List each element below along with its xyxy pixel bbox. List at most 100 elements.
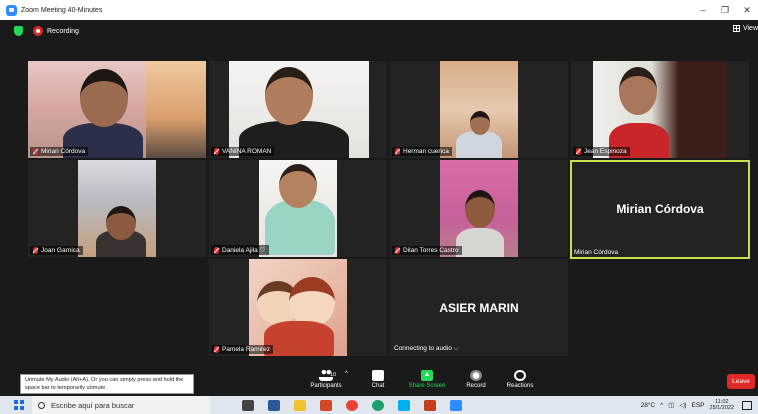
clock[interactable]: 11:02 25/1/2022 [710, 399, 734, 412]
person-head [619, 67, 657, 115]
window-title: Zoom Meeting 40-Minutes [21, 6, 103, 14]
participant-name-tag: VANINA ROMAN [211, 147, 275, 156]
tray-chevron-icon[interactable]: ^ [660, 402, 663, 409]
weather-temperature[interactable]: 28°C [641, 402, 656, 409]
person-head [470, 111, 490, 135]
skype-icon[interactable] [398, 399, 410, 411]
office-icon[interactable] [320, 399, 332, 411]
video-tile[interactable]: Mirian Córdova [28, 61, 206, 158]
taskbar-search[interactable]: Escribe aquí para buscar [32, 396, 210, 414]
search-icon [38, 401, 45, 409]
caret-up-icon[interactable]: ^ [345, 371, 348, 377]
notifications-icon[interactable] [742, 400, 752, 410]
person-head [279, 164, 317, 208]
reactions-button[interactable]: Reactions [498, 370, 542, 389]
muted-mic-icon [33, 148, 38, 155]
reactions-icon [514, 370, 526, 381]
active-speaker-tile[interactable]: Mirian Córdova Mirian Córdova [570, 160, 750, 259]
title-bar: Zoom Meeting 40-Minutes – ❐ ✕ [0, 0, 758, 20]
zoom-window: Zoom Meeting 40-Minutes – ❐ ✕ Recording … [0, 0, 758, 414]
participant-name-tag: Mirian Córdova [30, 147, 89, 156]
share-screen-label: Share Screen [408, 383, 446, 389]
network-icon[interactable]: ◫ [668, 401, 674, 409]
chat-button[interactable]: Chat [356, 370, 400, 389]
muted-mic-icon [395, 148, 400, 155]
windows-start-icon[interactable] [14, 400, 24, 410]
recording-icon [33, 26, 43, 36]
person-head [465, 190, 495, 228]
participant-name: Jean Espinoza [584, 148, 627, 155]
chrome-icon[interactable] [346, 399, 358, 411]
video-tile[interactable]: ASIER MARIN Connecting to audio ⌵ [390, 259, 568, 356]
person-body [456, 131, 502, 158]
participant-display-name: ASIER MARIN [439, 301, 519, 315]
security-shield-icon[interactable] [14, 26, 23, 36]
cartoon-body [264, 321, 334, 356]
task-view-icon[interactable] [242, 399, 254, 411]
muted-mic-icon [214, 148, 219, 155]
view-label: View [742, 25, 758, 32]
participant-name: Dilan Torres Castro [403, 247, 459, 254]
muted-mic-icon [395, 247, 400, 254]
word-icon[interactable] [268, 399, 280, 411]
close-button[interactable]: ✕ [736, 5, 758, 16]
video-tile[interactable]: Dilan Torres Castro [390, 160, 568, 257]
person-body [456, 228, 504, 257]
muted-mic-icon [214, 346, 219, 353]
edge-icon[interactable] [372, 399, 384, 411]
participant-name-tag: Pamela Ramirez [211, 345, 274, 354]
person-head [80, 69, 128, 127]
share-screen-icon [421, 370, 433, 381]
participant-name: Joan Garnica [41, 247, 80, 254]
participant-name: Mirian Córdova [574, 249, 619, 256]
powerpoint-icon[interactable] [424, 399, 436, 411]
zoom-logo-icon [6, 4, 17, 16]
search-placeholder: Escribe aquí para buscar [51, 400, 135, 410]
record-button[interactable]: Record [454, 370, 498, 389]
language-indicator[interactable]: ESP [692, 402, 705, 409]
participant-name: Herman cuenca [403, 148, 449, 155]
volume-icon[interactable]: ◁) [679, 401, 686, 409]
video-tile[interactable]: VANINA ROMAN [209, 61, 387, 158]
participant-name: Pamela Ramirez [222, 346, 271, 353]
zoom-taskbar-icon[interactable] [450, 399, 462, 411]
maximize-button[interactable]: ❐ [714, 5, 736, 16]
record-label: Record [466, 383, 486, 389]
taskbar-apps [242, 399, 476, 411]
person-head [106, 206, 136, 240]
video-tile[interactable]: Pamela Ramirez [209, 259, 387, 356]
person-body [265, 200, 335, 255]
muted-mic-icon [33, 247, 38, 254]
connecting-status: Connecting to audio ⌵ [394, 345, 459, 353]
reactions-label: Reactions [506, 383, 534, 389]
video-tile[interactable]: Daniela Ajila ♡ [209, 160, 387, 257]
video-tile[interactable]: Joan Garnica [28, 160, 206, 257]
meeting-top-strip: Recording View [0, 20, 758, 42]
participant-name-tag: Daniela Ajila ♡ [211, 245, 269, 255]
minimize-button[interactable]: – [692, 5, 714, 15]
connecting-label: Connecting to audio [394, 345, 452, 352]
participants-label: Participants [310, 383, 342, 389]
participant-name: VANINA ROMAN [222, 148, 272, 155]
person-head [265, 67, 313, 125]
chat-icon [372, 370, 384, 381]
participant-name: Mirian Córdova [41, 148, 86, 155]
video-tile[interactable]: Herman cuenca [390, 61, 568, 158]
record-icon [470, 370, 482, 381]
cartoon-head [289, 277, 335, 327]
muted-mic-icon [214, 246, 219, 254]
muted-mic-icon [576, 148, 581, 155]
participant-display-name: Mirian Córdova [616, 202, 704, 216]
share-screen-button[interactable]: Share Screen [402, 370, 452, 389]
view-button[interactable]: View [732, 25, 758, 32]
participants-count: 10 [330, 372, 337, 378]
file-explorer-icon[interactable] [294, 399, 306, 411]
recording-label: Recording [47, 27, 79, 35]
heart-icon: ♡ [259, 247, 266, 254]
system-tray: 28°C ^ ◫ ◁) ESP 11:02 25/1/2022 [641, 396, 758, 414]
clock-date: 25/1/2022 [709, 405, 734, 411]
video-tile[interactable]: Jean Espinoza [571, 61, 749, 158]
participant-name-tag: Dilan Torres Castro [392, 246, 462, 255]
leave-button[interactable]: Leave [727, 374, 755, 389]
background-wall [677, 61, 727, 158]
